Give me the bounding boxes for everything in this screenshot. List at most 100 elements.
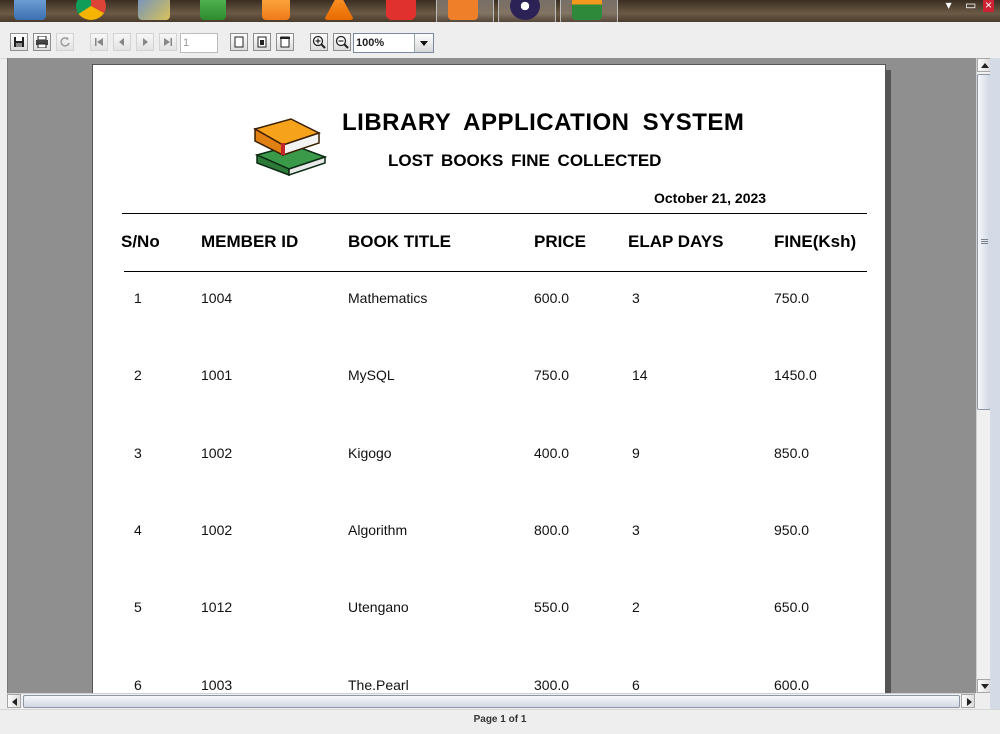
reload-button[interactable]: [56, 33, 74, 51]
cell-elap-days: 3: [632, 522, 640, 538]
cell-book-title: Utengano: [348, 599, 409, 615]
cell-elap-days: 14: [632, 367, 648, 383]
chevron-right-icon: [967, 698, 972, 706]
cell-member-id: 1001: [201, 367, 233, 383]
file-manager-icon[interactable]: [14, 0, 46, 20]
grip-line: [981, 239, 988, 240]
cell-price: 400.0: [534, 445, 570, 461]
network-icon[interactable]: [138, 0, 170, 20]
report-page: LIBRARY APPLICATION SYSTEM LOST BOOKS FI…: [92, 64, 886, 693]
cell-fine: 850.0: [774, 445, 810, 461]
column-header-fine: FINE(Ksh): [774, 232, 857, 251]
page-indicator: Page 1 of 1: [473, 714, 527, 725]
books-logo-icon: [253, 118, 328, 177]
next-page-icon: [143, 38, 148, 46]
report-title: LIBRARY APPLICATION SYSTEM: [342, 109, 745, 136]
chevron-left-icon: [12, 698, 17, 706]
chevron-up-icon: [981, 63, 989, 68]
next-page-button[interactable]: [136, 33, 154, 51]
vertical-scroll-thumb[interactable]: [977, 74, 991, 410]
zoom-out-icon: [335, 35, 349, 49]
media-player-icon[interactable]: [262, 0, 290, 20]
scroll-up-button[interactable]: [977, 58, 991, 72]
cell-sno: 3: [134, 445, 142, 461]
cell-elap-days: 9: [632, 445, 640, 461]
chevron-down-icon[interactable]: [414, 34, 433, 52]
column-header-price: PRICE: [534, 232, 586, 251]
first-page-icon: [95, 38, 103, 46]
vivaldi-icon[interactable]: [386, 0, 416, 20]
save-button[interactable]: [10, 33, 28, 51]
report-date: October 21, 2023: [654, 190, 767, 206]
cell-book-title: Kigogo: [348, 445, 392, 461]
first-page-button[interactable]: [90, 33, 108, 51]
report-viewer-window: 1 100% LIBRARY APPLICATION SYSTEM LOST B…: [0, 22, 1000, 734]
cell-elap-days: 2: [632, 599, 640, 615]
cell-book-title: MySQL: [348, 367, 395, 383]
cell-fine: 650.0: [774, 599, 810, 615]
refresh-icon: [60, 37, 70, 47]
column-header-sno: S/No: [121, 232, 160, 251]
cell-elap-days: 6: [632, 677, 640, 693]
vlc-icon[interactable]: [324, 0, 354, 20]
cell-price: 600.0: [534, 290, 570, 306]
cell-price: 800.0: [534, 522, 570, 538]
report-viewport[interactable]: LIBRARY APPLICATION SYSTEM LOST BOOKS FI…: [7, 58, 977, 693]
cell-price: 550.0: [534, 599, 570, 615]
last-page-button[interactable]: [159, 33, 177, 51]
grip-line: [981, 243, 988, 244]
zoom-in-button[interactable]: [310, 33, 328, 51]
spreadsheet-icon[interactable]: [200, 0, 226, 20]
cell-member-id: 1003: [201, 677, 233, 693]
printer-icon: [36, 36, 48, 48]
cell-book-title: Algorithm: [348, 522, 408, 538]
cell-elap-days: 3: [632, 290, 640, 306]
chrome-icon[interactable]: [76, 0, 106, 20]
cell-sno: 6: [134, 677, 142, 693]
scroll-left-button[interactable]: [7, 694, 21, 708]
page-icon: [234, 36, 244, 48]
fit-page-icon: [257, 36, 267, 48]
header-bottom-rule: [124, 271, 867, 272]
horizontal-scroll-thumb[interactable]: [23, 695, 960, 708]
column-header-elap-days: ELAP DAYS: [628, 232, 724, 251]
fit-width-button[interactable]: [276, 33, 294, 51]
cell-sno: 5: [134, 599, 142, 615]
fit-page-button[interactable]: [253, 33, 271, 51]
vertical-scrollbar[interactable]: [976, 58, 991, 693]
column-header-book-title: BOOK TITLE: [348, 232, 451, 251]
window-edge: [990, 58, 1000, 733]
fit-width-icon: [280, 36, 290, 48]
cell-sno: 2: [134, 367, 142, 383]
zoom-select[interactable]: 100%: [353, 33, 434, 53]
grip-line: [981, 241, 988, 242]
actual-size-button[interactable]: [230, 33, 248, 51]
cell-member-id: 1002: [201, 522, 233, 538]
chevron-down-icon: [981, 684, 989, 689]
cell-book-title: The.Pearl: [348, 677, 409, 693]
zoom-out-button[interactable]: [333, 33, 351, 51]
cell-price: 750.0: [534, 367, 570, 383]
print-button[interactable]: [33, 33, 51, 51]
cell-member-id: 1002: [201, 445, 233, 461]
window-controls[interactable]: ▾ ▭ ×: [946, 0, 994, 12]
scroll-right-button[interactable]: [961, 694, 975, 708]
scroll-down-button[interactable]: [977, 679, 991, 693]
cell-fine: 1450.0: [774, 367, 817, 383]
previous-page-button[interactable]: [113, 33, 131, 51]
save-icon: [14, 37, 24, 47]
status-bar: Page 1 of 1: [0, 709, 1000, 734]
page-number-input[interactable]: 1: [180, 33, 218, 53]
cell-fine: 950.0: [774, 522, 810, 538]
cell-sno: 1: [134, 290, 142, 306]
previous-page-icon: [119, 38, 124, 46]
horizontal-scrollbar[interactable]: [7, 693, 976, 709]
viewer-toolbar: 1 100%: [0, 22, 1000, 59]
last-page-icon: [164, 38, 172, 46]
cell-sno: 4: [134, 522, 142, 538]
column-header-member-id: MEMBER ID: [201, 232, 299, 251]
cell-fine: 600.0: [774, 677, 810, 693]
library-app-icon[interactable]: [572, 0, 602, 20]
xampp-icon[interactable]: [448, 0, 478, 20]
taskbar: ▾ ▭ ×: [0, 0, 1000, 22]
